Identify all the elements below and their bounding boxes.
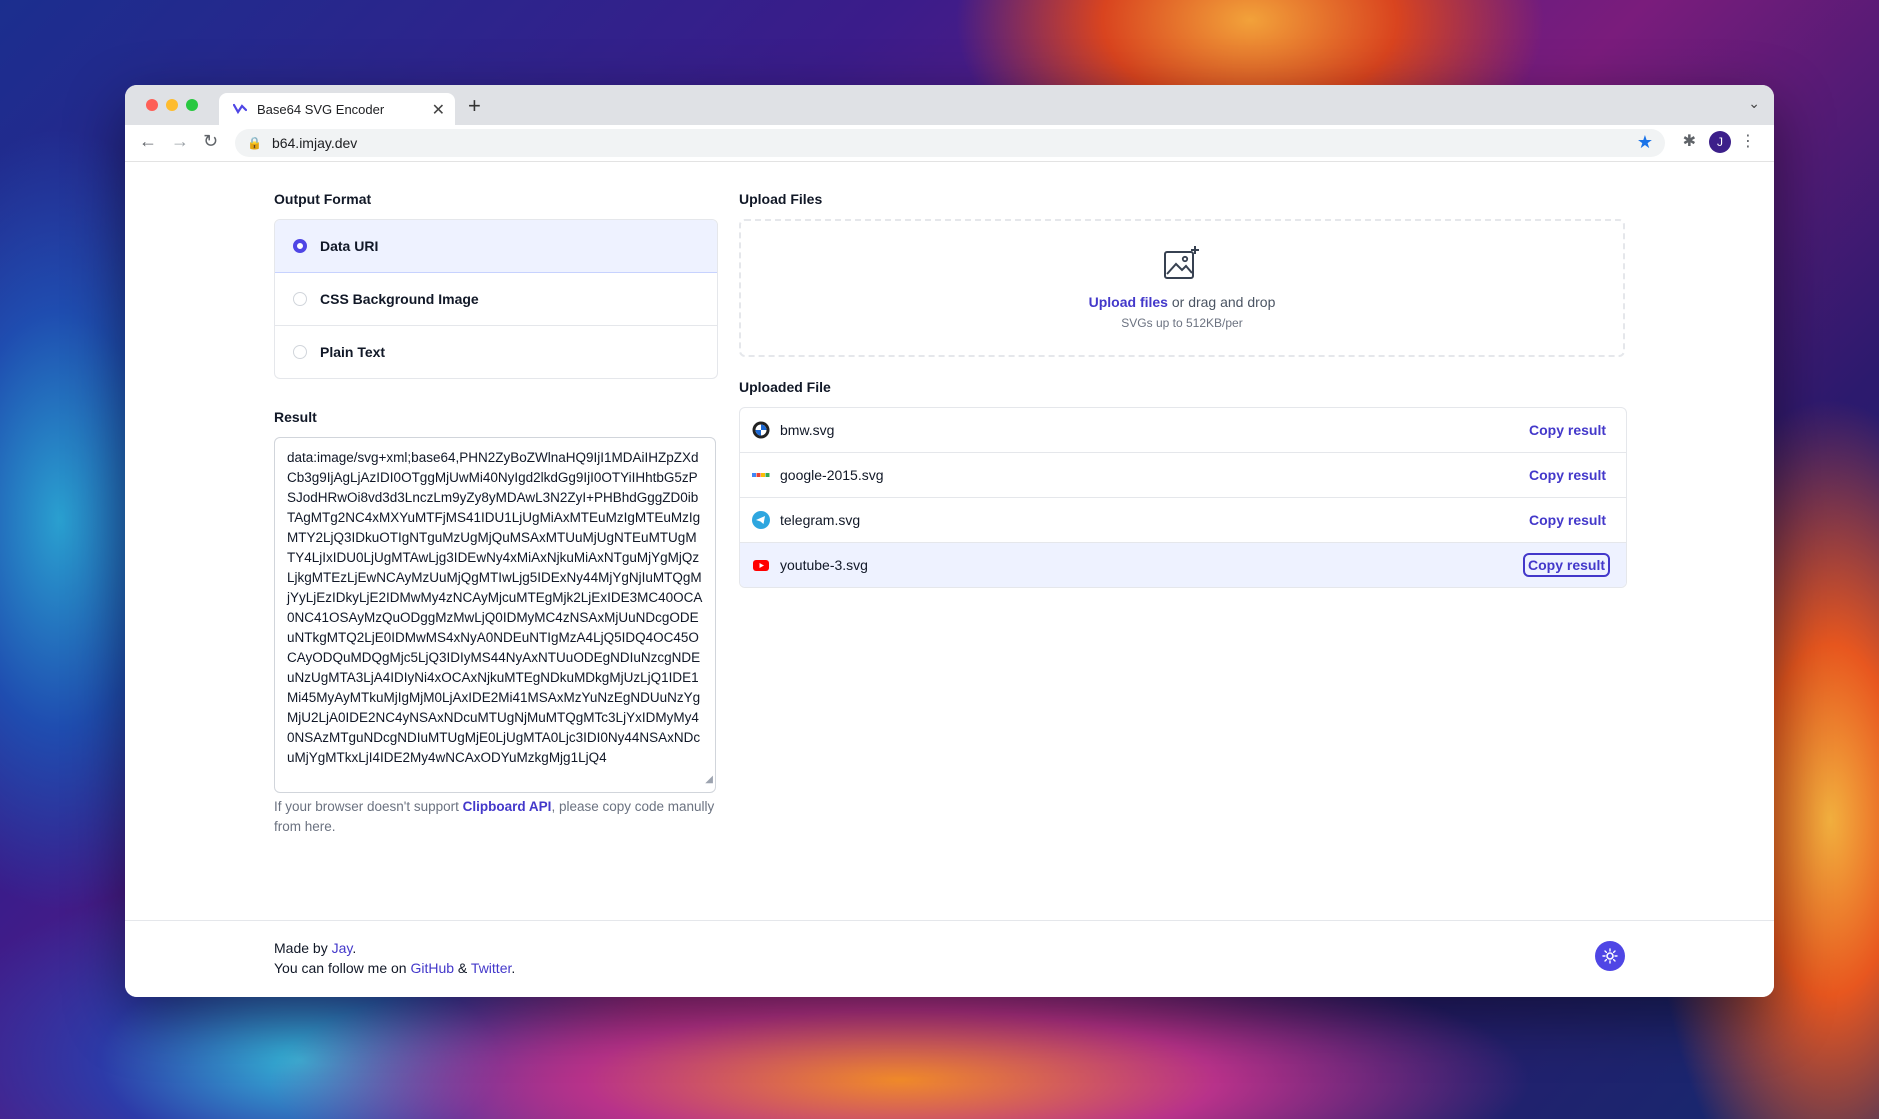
resize-handle-icon[interactable]: ◢ bbox=[705, 770, 713, 790]
follow-text: You can follow me on bbox=[274, 960, 411, 976]
extensions-puzzle-icon[interactable]: ✱ bbox=[1683, 131, 1696, 151]
twitter-link[interactable]: Twitter bbox=[471, 960, 511, 976]
drag-drop-text: or drag and drop bbox=[1167, 294, 1276, 310]
hint-text: If your browser doesn't support bbox=[274, 799, 463, 814]
radio-label: Data URI bbox=[320, 238, 379, 254]
file-name: bmw.svg bbox=[780, 422, 835, 438]
period-text: . bbox=[352, 940, 357, 956]
maximize-window-button[interactable] bbox=[186, 99, 198, 111]
radio-unchecked-icon bbox=[293, 345, 307, 359]
bookmark-star-icon[interactable]: ★ bbox=[1637, 132, 1653, 153]
address-bar[interactable]: 🔒 b64.imjay.dev ★ bbox=[235, 129, 1665, 157]
reload-icon[interactable]: ↻ bbox=[203, 131, 218, 152]
title-bar: Base64 SVG Encoder ✕ + ⌄ bbox=[125, 85, 1774, 125]
file-row-bmw: bmw.svg Copy result bbox=[740, 408, 1626, 453]
result-textarea[interactable]: data:image/svg+xml;base64,PHN2ZyBoZWlnaH… bbox=[274, 437, 716, 793]
end-text: . bbox=[511, 960, 516, 976]
file-row-google: google-2015.svg Copy result bbox=[740, 453, 1626, 498]
made-by-text: Made by bbox=[274, 940, 332, 956]
radio-label: CSS Background Image bbox=[320, 291, 479, 307]
dropzone-text: Upload files or drag and drop bbox=[741, 294, 1623, 310]
tab-title: Base64 SVG Encoder bbox=[257, 101, 385, 117]
upload-files-link[interactable]: Upload files bbox=[1089, 294, 1168, 310]
output-format-label: Output Format bbox=[274, 191, 372, 207]
lock-icon: 🔒 bbox=[247, 136, 262, 150]
upload-size-hint: SVGs up to 512KB/per bbox=[1121, 316, 1243, 330]
radio-label: Plain Text bbox=[320, 344, 386, 360]
radio-checked-icon bbox=[293, 239, 307, 253]
copy-result-button[interactable]: Copy result bbox=[1525, 464, 1610, 486]
author-link[interactable]: Jay bbox=[332, 940, 353, 956]
browser-tab[interactable]: Base64 SVG Encoder ✕ bbox=[219, 93, 455, 125]
browser-window: Base64 SVG Encoder ✕ + ⌄ ← → ↻ 🔒 b64.imj… bbox=[125, 85, 1774, 997]
back-arrow-icon[interactable]: ← bbox=[139, 131, 157, 152]
footer-text: Made by Jay. You can follow me on GitHub… bbox=[274, 938, 515, 978]
copy-result-button[interactable]: Copy result bbox=[1525, 419, 1610, 441]
radio-unchecked-icon bbox=[293, 292, 307, 306]
page-footer: Made by Jay. You can follow me on GitHub… bbox=[125, 920, 1774, 997]
page-content: Output Format Data URI CSS Background Im… bbox=[125, 162, 1774, 997]
radio-option-plain-text[interactable]: Plain Text bbox=[275, 326, 717, 378]
clipboard-api-link[interactable]: Clipboard API bbox=[463, 799, 552, 814]
bmw-icon bbox=[752, 421, 770, 439]
radio-option-css-background-image[interactable]: CSS Background Image bbox=[275, 273, 717, 326]
youtube-icon bbox=[752, 556, 770, 574]
output-format-radio-group: Data URI CSS Background Image Plain Text bbox=[274, 219, 718, 379]
tab-close-icon[interactable]: ✕ bbox=[432, 100, 445, 120]
file-name: telegram.svg bbox=[780, 512, 861, 528]
window-controls bbox=[146, 99, 198, 111]
amp-text: & bbox=[454, 960, 471, 976]
google-icon bbox=[752, 466, 770, 484]
profile-avatar[interactable]: J bbox=[1709, 131, 1731, 153]
upload-dropzone[interactable]: Upload files or drag and drop SVGs up to… bbox=[739, 219, 1625, 357]
tab-favicon-icon bbox=[233, 103, 247, 115]
close-window-button[interactable] bbox=[146, 99, 158, 111]
theme-toggle-button[interactable] bbox=[1595, 941, 1625, 971]
image-add-icon bbox=[741, 243, 1623, 288]
file-name: youtube-3.svg bbox=[780, 557, 868, 573]
browser-menu-icon[interactable]: ⋮ bbox=[1740, 131, 1756, 151]
radio-option-data-uri[interactable]: Data URI bbox=[275, 220, 717, 273]
telegram-icon bbox=[752, 511, 770, 529]
github-link[interactable]: GitHub bbox=[410, 960, 454, 976]
copy-result-button[interactable]: Copy result bbox=[1522, 553, 1610, 577]
uploaded-file-label: Uploaded File bbox=[739, 379, 831, 395]
file-row-youtube: youtube-3.svg Copy result bbox=[740, 543, 1626, 587]
uploaded-file-list: bmw.svg Copy result google-2015.svg Copy… bbox=[739, 407, 1627, 588]
sun-icon bbox=[1602, 948, 1618, 964]
minimize-window-button[interactable] bbox=[166, 99, 178, 111]
file-name: google-2015.svg bbox=[780, 467, 884, 483]
clipboard-hint: If your browser doesn't support Clipboar… bbox=[274, 797, 724, 837]
file-row-telegram: telegram.svg Copy result bbox=[740, 498, 1626, 543]
tab-search-chevron-icon[interactable]: ⌄ bbox=[1748, 95, 1760, 112]
new-tab-button[interactable]: + bbox=[468, 93, 481, 119]
url-text: b64.imjay.dev bbox=[271, 135, 358, 151]
copy-result-button[interactable]: Copy result bbox=[1525, 509, 1610, 531]
forward-arrow-icon[interactable]: → bbox=[171, 131, 189, 152]
result-label: Result bbox=[274, 409, 317, 425]
result-text: data:image/svg+xml;base64,PHN2ZyBoZWlnaH… bbox=[287, 450, 703, 765]
upload-files-label: Upload Files bbox=[739, 191, 823, 207]
browser-toolbar: ← → ↻ 🔒 b64.imjay.dev ★ ✱ J ⋮ bbox=[125, 125, 1774, 162]
